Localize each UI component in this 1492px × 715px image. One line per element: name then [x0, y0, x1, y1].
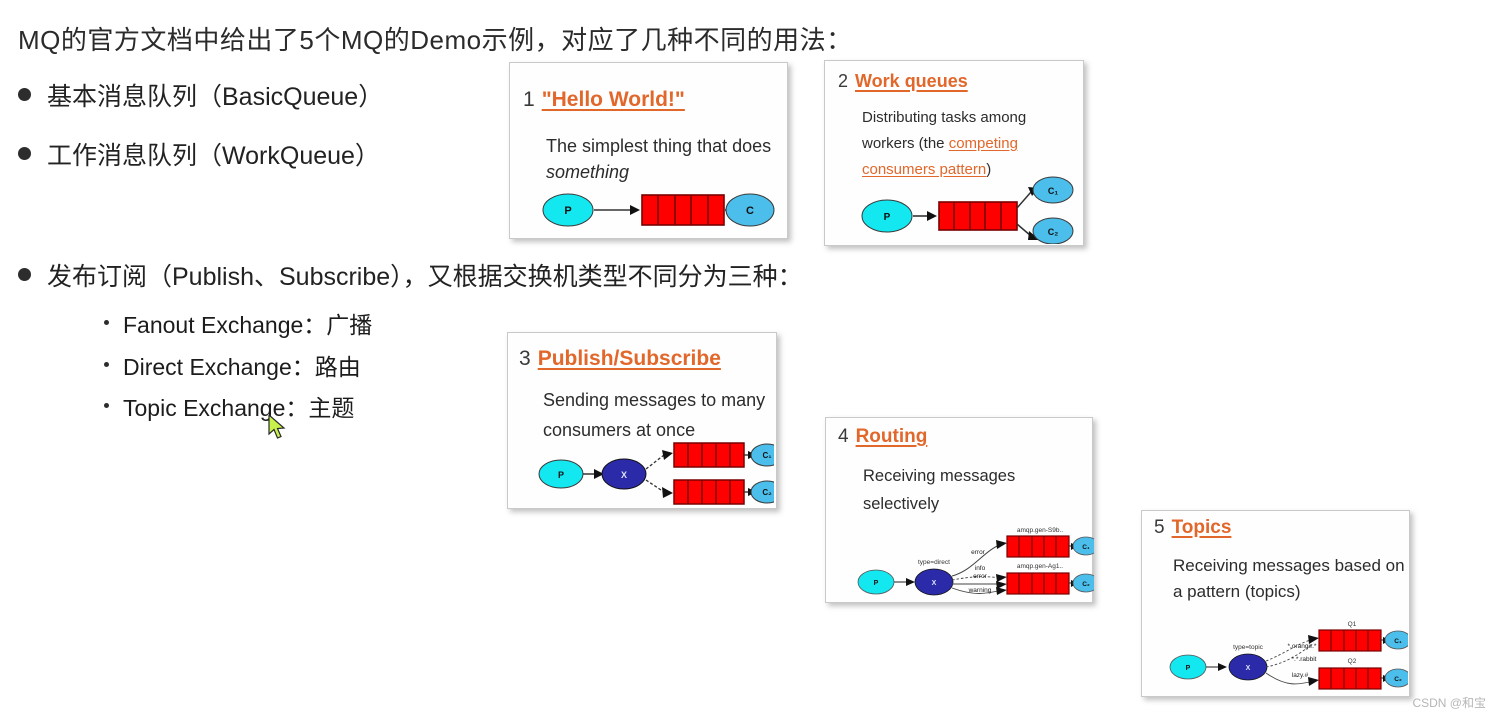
- card-description-text: The simplest thing that does: [546, 136, 772, 156]
- sub-bullet-topic: Topic Exchange：主题: [104, 389, 354, 423]
- svg-text:error: error: [973, 573, 988, 580]
- bullet-label: 工作消息队列（WorkQueue）: [47, 142, 380, 170]
- card-header: 2 Work queues: [838, 71, 968, 92]
- card-number: 5: [1154, 517, 1165, 538]
- sub-bullet-direct: Direct Exchange：路由: [104, 348, 361, 382]
- card-description: Distributing tasks among workers (the co…: [862, 105, 1062, 182]
- sub-bullet-dot-icon: [104, 320, 109, 325]
- bullet-dot-icon: [18, 268, 31, 281]
- svg-text:C₂: C₂: [1082, 581, 1090, 588]
- card-topics[interactable]: 5 Topics Receiving messages based on a p…: [1141, 510, 1410, 697]
- svg-text:P: P: [874, 580, 879, 587]
- card-title-link[interactable]: Publish/Subscribe: [538, 347, 721, 371]
- svg-text:X: X: [932, 580, 937, 587]
- svg-text:Q1: Q1: [1348, 621, 1357, 628]
- svg-text:error: error: [971, 549, 986, 556]
- card-publish-subscribe[interactable]: 3 Publish/Subscribe Sending messages to …: [507, 332, 777, 509]
- bullet-label: 发布订阅（Publish、Subscribe），又根据交换机类型不同分为三种：: [47, 263, 803, 291]
- svg-text:amqp.gen-S9b..: amqp.gen-S9b..: [1017, 527, 1063, 534]
- svg-text:C₁: C₁: [762, 451, 772, 460]
- bullet-label: 基本消息队列（BasicQueue）: [47, 83, 384, 111]
- svg-text:C₁: C₁: [1048, 186, 1058, 196]
- card-header: 1 "Hello World!": [523, 88, 685, 112]
- svg-text:P: P: [558, 470, 564, 480]
- card-number: 4: [838, 426, 849, 447]
- svg-text:*.orange.*: *.orange.*: [1288, 643, 1317, 650]
- svg-text:C₂: C₂: [762, 488, 772, 497]
- sub-bullet-dot-icon: [104, 362, 109, 367]
- svg-text:amqp.gen-Ag1..: amqp.gen-Ag1..: [1017, 563, 1063, 570]
- svg-text:type=topic: type=topic: [1233, 644, 1264, 651]
- diagram-routing: P X type=direct error info error warning…: [857, 527, 1094, 596]
- bullet-basic-queue: 基本消息队列（BasicQueue）: [18, 77, 383, 113]
- svg-text:P: P: [564, 205, 571, 217]
- card-hello-world[interactable]: 1 "Hello World!" The simplest thing that…: [509, 62, 788, 239]
- svg-text:C₂: C₂: [1048, 227, 1059, 237]
- bullet-dot-icon: [18, 88, 31, 101]
- card-header: 5 Topics: [1154, 517, 1231, 539]
- svg-text:C₂: C₂: [1394, 676, 1402, 683]
- svg-text:P: P: [1186, 665, 1191, 672]
- svg-text:*.*.rabbit: *.*.rabbit: [1292, 656, 1317, 663]
- card-title-link[interactable]: Routing: [856, 426, 928, 448]
- sub-bullet-label: Topic Exchange：主题: [123, 395, 355, 421]
- svg-text:Q2: Q2: [1348, 658, 1357, 665]
- page-title: MQ的官方文档中给出了5个MQ的Demo示例，对应了几种不同的用法：: [18, 25, 853, 55]
- diagram-work-queues: P C₁ C₂: [861, 176, 1074, 244]
- svg-text:X: X: [1246, 665, 1251, 672]
- card-number: 1: [523, 88, 535, 111]
- bullet-publish-subscribe: 发布订阅（Publish、Subscribe），又根据交换机类型不同分为三种：: [18, 257, 803, 293]
- svg-text:type=direct: type=direct: [918, 559, 950, 566]
- card-header: 3 Publish/Subscribe: [519, 347, 721, 371]
- bullet-dot-icon: [18, 147, 31, 160]
- card-title-link[interactable]: "Hello World!": [542, 88, 685, 112]
- diagram-publish-subscribe: P X C₁ C₂: [538, 442, 774, 505]
- svg-text:C: C: [746, 205, 754, 217]
- card-number: 2: [838, 71, 849, 91]
- card-header: 4 Routing: [838, 426, 927, 448]
- card-description: Sending messages to many consumers at on…: [543, 390, 766, 441]
- diagram-hello-world: P C: [542, 193, 775, 227]
- card-description: The simplest thing that does something: [546, 133, 786, 185]
- svg-text:C₁: C₁: [1082, 544, 1090, 551]
- watermark: CSDN @和宝: [1412, 696, 1486, 710]
- svg-text:C₁: C₁: [1394, 638, 1402, 645]
- svg-text:P: P: [884, 212, 891, 223]
- svg-text:info: info: [975, 565, 986, 572]
- card-work-queues[interactable]: 2 Work queues Distributing tasks among w…: [824, 60, 1084, 246]
- card-title-link[interactable]: Work queues: [855, 71, 968, 92]
- slide-canvas: MQ的官方文档中给出了5个MQ的Demo示例，对应了几种不同的用法： 基本消息队…: [0, 0, 1492, 715]
- svg-text:lazy.#: lazy.#: [1292, 672, 1309, 679]
- sub-bullet-dot-icon: [104, 403, 109, 408]
- sub-bullet-label: Direct Exchange：路由: [123, 354, 361, 380]
- card-title-link[interactable]: Topics: [1172, 517, 1232, 539]
- card-description: Receiving messages selectively: [863, 467, 1016, 514]
- card-description-emphasis: something: [546, 162, 630, 183]
- card-number: 3: [519, 347, 531, 370]
- card-routing[interactable]: 4 Routing Receiving messages selectively…: [825, 417, 1094, 603]
- sub-bullet-label: Fanout Exchange：广播: [123, 312, 373, 338]
- diagram-topics: P X type=topic *.orange.* *.*.rabbit laz…: [1169, 621, 1408, 690]
- sub-bullet-fanout: Fanout Exchange：广播: [104, 306, 372, 340]
- svg-text:warning: warning: [968, 587, 992, 594]
- card-description: Receiving messages based on a pattern (t…: [1173, 556, 1405, 602]
- bullet-work-queue: 工作消息队列（WorkQueue）: [18, 136, 380, 172]
- svg-text:X: X: [621, 470, 627, 480]
